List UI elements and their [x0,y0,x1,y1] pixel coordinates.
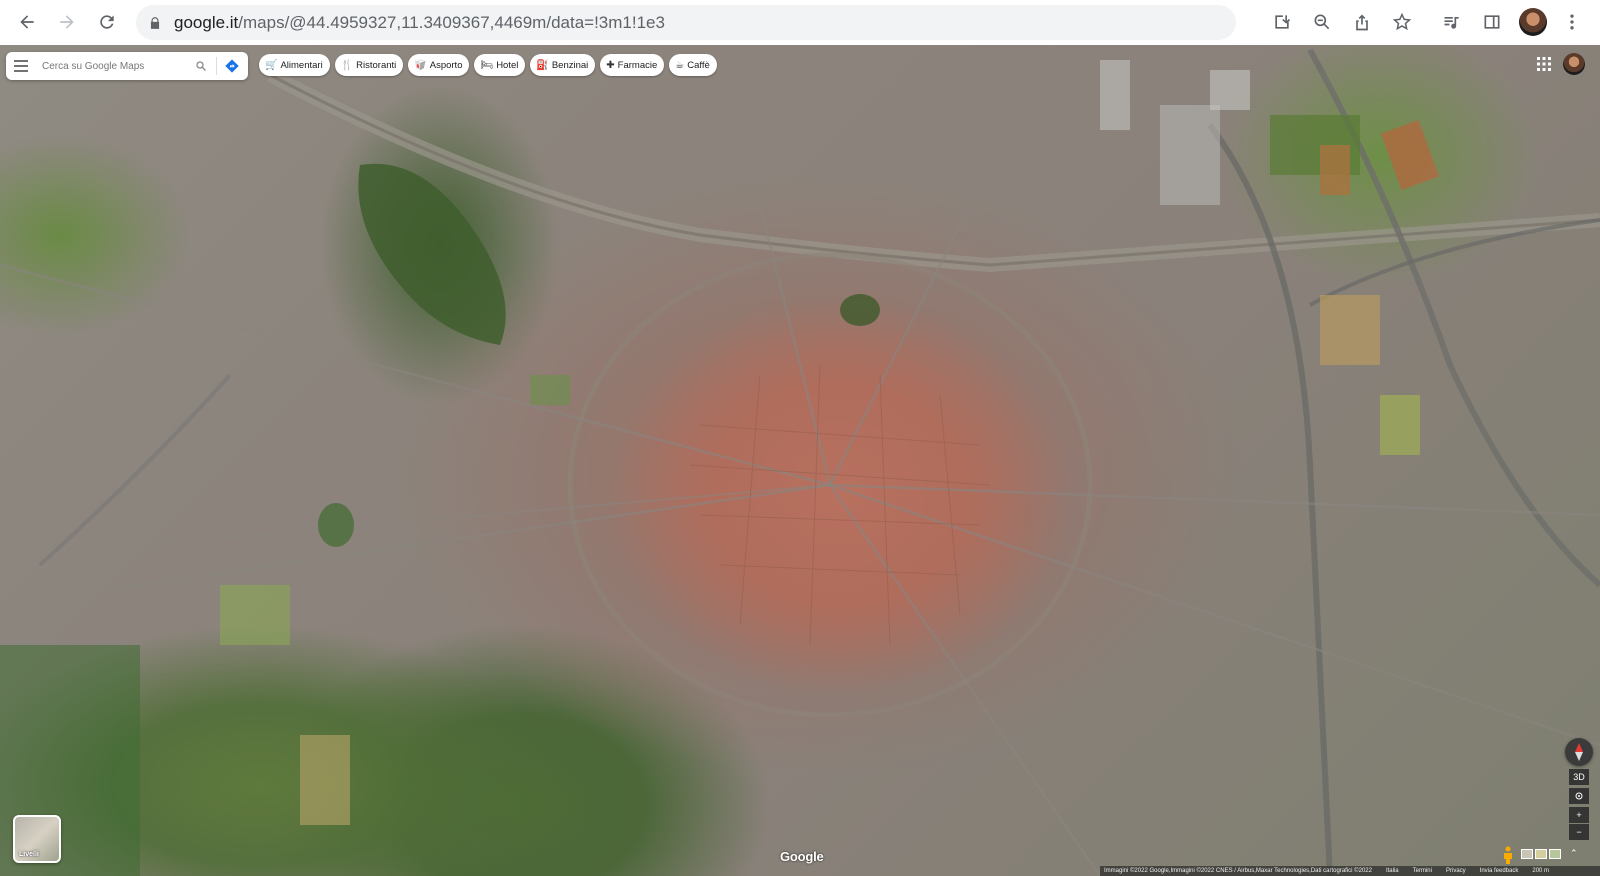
forward-icon[interactable] [56,11,78,33]
fork-knife-icon: 🍴 [340,59,354,71]
tile-terrain[interactable] [1521,849,1533,859]
chip-label: Farmacie [617,59,658,71]
expand-icon[interactable]: ⌃ [1570,848,1584,860]
privacy-link[interactable]: Privacy [1446,868,1466,874]
my-location-icon[interactable] [1569,788,1589,804]
lock-icon [150,16,160,29]
browser-toolbar: google.it/maps/@44.4959327,11.3409367,44… [0,0,1600,45]
search-input[interactable] [42,60,192,72]
country-link[interactable]: Italia [1386,868,1399,874]
chip-label: Caffè [687,59,710,71]
directions-icon[interactable] [223,57,241,75]
back-icon[interactable] [16,11,38,33]
chip-alimentari[interactable]: 🛒 Alimentari [259,54,330,76]
tile-traffic[interactable] [1535,849,1547,859]
chip-label: Alimentari [280,59,323,71]
zoom-out-button[interactable]: − [1569,824,1589,840]
bookmark-star-icon[interactable] [1391,11,1413,33]
pegman-icon[interactable] [1502,846,1514,864]
url-path: /maps/@44.4959327,11.3409367,4469m/data=… [238,12,665,32]
layers-label: Livelli [19,851,39,858]
search-divider [216,57,217,75]
install-app-icon[interactable] [1271,11,1293,33]
chip-label: Asporto [429,59,463,71]
bed-icon: 🛏 [480,59,494,71]
zoom-icon[interactable] [1311,11,1333,33]
chip-farmacie[interactable]: ✚ Farmacie [600,54,665,76]
account-avatar[interactable] [1563,53,1585,75]
url-host: google.it [174,12,239,32]
side-panel-icon[interactable] [1481,11,1503,33]
share-icon[interactable] [1351,11,1373,33]
attribution-text: Immagini ©2022 Google,Immagini ©2022 CNE… [1104,868,1372,874]
google-logo: Google [780,849,824,864]
coffee-icon: ☕ [675,59,685,71]
map-imagery [0,45,1600,876]
chip-ristoranti[interactable]: 🍴 Ristoranti [334,54,404,76]
chip-benzinai[interactable]: ⛽ Benzinai [530,54,596,76]
address-bar[interactable]: google.it/maps/@44.4959327,11.3409367,44… [136,5,1236,40]
gas-station-icon: ⛽ [536,59,549,71]
3d-toggle-button[interactable]: 3D [1569,769,1589,785]
pharmacy-icon: ✚ [606,59,615,71]
browser-menu-icon[interactable] [1561,11,1583,33]
google-apps-icon[interactable] [1536,56,1552,72]
category-chips: 🛒 Alimentari 🍴 Ristoranti 🥡 Asporto 🛏 Hotel … [259,54,717,76]
chip-label: Benzinai [551,59,589,71]
satellite-map[interactable]: 🛒Alimentari 🍴Ristoranti 🥡Asporto 🛏Hotel … [0,45,1600,876]
feedback-link[interactable]: Invia feedback [1480,868,1519,874]
cart-icon: 🛒 [265,59,278,71]
reload-icon[interactable] [96,11,118,33]
scale-bar[interactable]: 200 m [1532,868,1549,874]
takeout-icon: 🥡 [414,59,427,71]
layers-button[interactable]: Livelli [13,815,61,863]
tile-transit[interactable] [1549,849,1561,859]
search-icon[interactable] [192,57,210,75]
media-control-icon[interactable] [1441,11,1463,33]
terms-link[interactable]: Termini [1413,868,1432,874]
chip-label: Hotel [496,59,519,71]
map-footer: Immagini ©2022 Google,Immagini ©2022 CNE… [1100,866,1600,876]
chip-caffe[interactable]: ☕ Caffè [669,54,717,76]
chip-asporto[interactable]: 🥡 Asporto [408,54,470,76]
map-type-tiles[interactable] [1521,849,1561,859]
chip-label: Ristoranti [356,59,397,71]
zoom-in-button[interactable]: + [1569,807,1589,823]
hamburger-menu-icon[interactable] [6,52,36,80]
chip-hotel[interactable]: 🛏 Hotel [474,54,526,76]
search-box [6,52,248,80]
compass-icon[interactable] [1565,738,1593,766]
profile-avatar[interactable] [1519,8,1547,36]
